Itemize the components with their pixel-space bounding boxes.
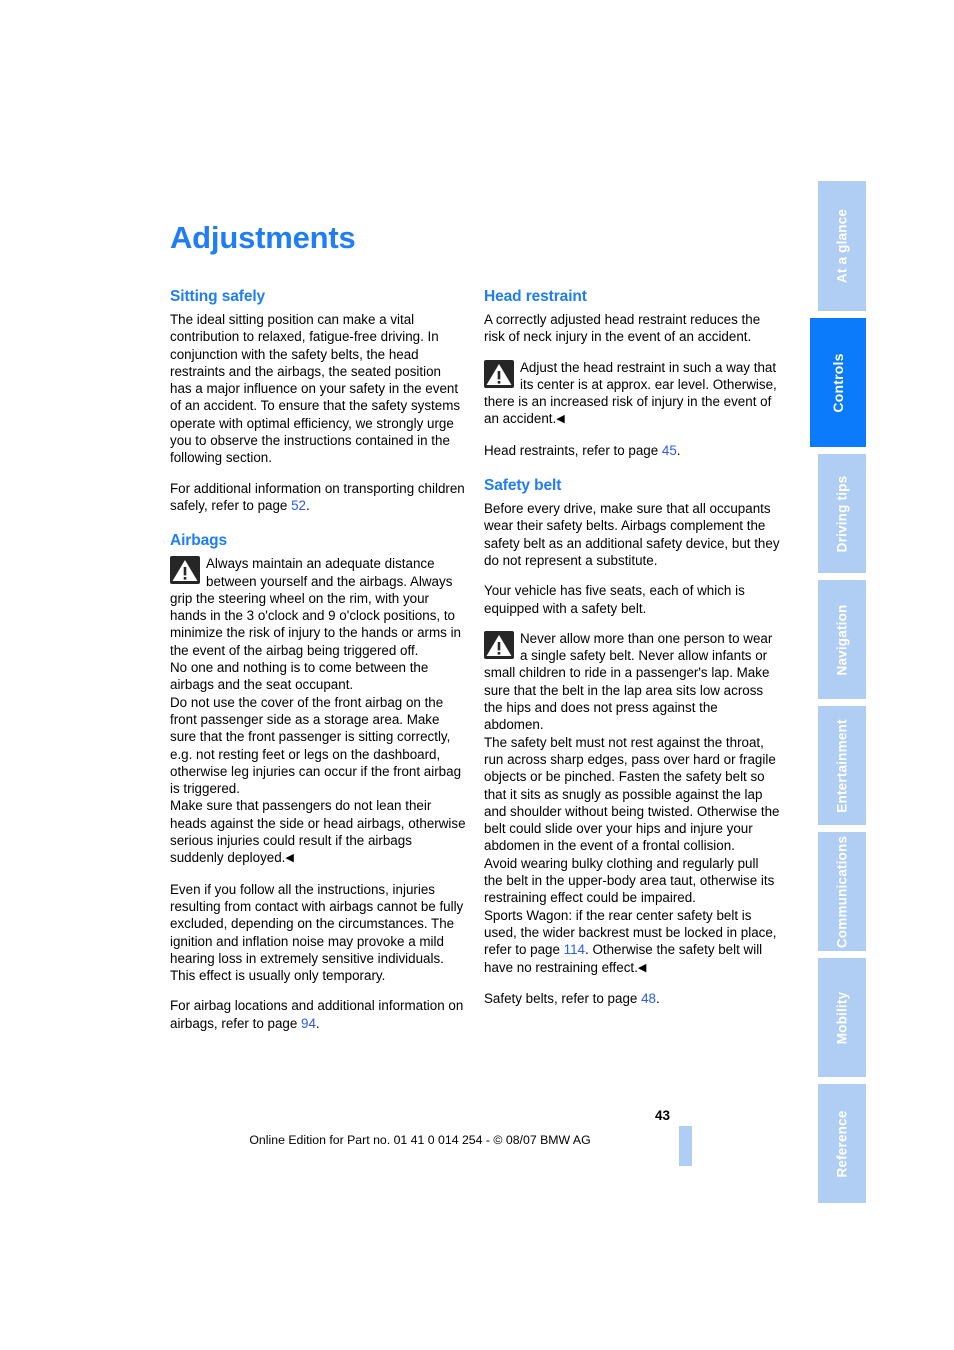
page-reference-link[interactable]: 45 — [662, 443, 677, 458]
warning-triangle-icon — [484, 359, 514, 388]
paragraph-children-reference: For additional information on transporti… — [170, 480, 466, 515]
sidebar-tab-mobility[interactable]: Mobility — [818, 958, 866, 1077]
paragraph-sitting-safely-intro: The ideal sitting position can make a vi… — [170, 312, 461, 466]
page-reference-link[interactable]: 52 — [291, 498, 306, 513]
text-after-ref: . — [655, 990, 660, 1006]
page-number: 43 — [654, 1108, 670, 1123]
text-after-ref: . — [315, 1015, 320, 1031]
warning-block-safety-belt: Never allow more than one person to wear… — [484, 630, 780, 977]
warning-block-head-restraint: Adjust the head restraint in such a way … — [484, 359, 780, 429]
text-before-ref: Safety belts, refer to page — [484, 990, 642, 1006]
sidebar-tab-navigation[interactable]: Navigation — [818, 580, 866, 699]
sidebar-tab-entertainment[interactable]: Entertainment — [818, 706, 866, 825]
left-text-column: Sitting safely The ideal sitting positio… — [170, 288, 466, 1032]
warning-block-airbags: Always maintain an adequate distance bet… — [170, 555, 466, 867]
page-reference-link[interactable]: 114 — [564, 942, 585, 957]
warning-triangle-icon — [170, 556, 200, 585]
text-before-ref: Head restraints, refer to page — [484, 442, 662, 458]
section-heading-head-restraint: Head restraint — [484, 288, 587, 305]
footer-accent-bar — [679, 1126, 692, 1166]
section-heading-sitting-safely: Sitting safely — [170, 288, 266, 305]
section-heading-safety-belt: Safety belt — [484, 477, 562, 495]
end-of-warning-marker: ◀ — [285, 852, 294, 865]
sidebar-tab-communications[interactable]: Communications — [818, 832, 866, 951]
sidebar-tab-label: Driving tips — [834, 475, 850, 552]
sidebar-tab-controls[interactable]: Controls — [810, 318, 866, 447]
section-tab-rail: At a glance Controls Driving tips Naviga… — [810, 181, 866, 1203]
warning-triangle-icon — [484, 630, 514, 659]
sidebar-tab-label: Controls — [830, 352, 846, 413]
paragraph-safety-belts-reference: Safety belts, refer to page 48. — [484, 990, 780, 1007]
sidebar-tab-at-a-glance[interactable]: At a glance — [818, 181, 866, 311]
warning-text-airbags: Always maintain an adequate distance bet… — [170, 556, 466, 866]
sidebar-tab-label: Communications — [834, 835, 850, 948]
section-heading-airbags: Airbags — [170, 532, 228, 550]
sidebar-tab-label: Entertainment — [834, 718, 850, 813]
text-after-ref: . — [676, 442, 681, 458]
page-reference-link[interactable]: 48 — [641, 991, 656, 1006]
page-title: Adjustments — [170, 220, 356, 255]
sidebar-tab-label: Mobility — [834, 991, 850, 1044]
end-of-warning-marker: ◀ — [556, 413, 565, 426]
paragraph-safety-belt-seats: Your vehicle has five seats, each of whi… — [484, 583, 745, 616]
paragraph-safety-belt-intro: Before every drive, make sure that all o… — [484, 501, 780, 568]
paragraph-airbags-injuries: Even if you follow all the instructions,… — [170, 881, 464, 984]
right-text-column: Head restraint A correctly adjusted head… — [484, 288, 780, 1007]
paragraph-head-restraints-reference: Head restraints, refer to page 45. — [484, 442, 780, 459]
sidebar-tab-label: Reference — [834, 1109, 850, 1178]
warning-text-head-restraint: Adjust the head restraint in such a way … — [484, 359, 777, 427]
sidebar-tab-driving-tips[interactable]: Driving tips — [818, 454, 866, 573]
sidebar-tab-reference[interactable]: Reference — [818, 1084, 866, 1203]
paragraph-head-restraint-intro: A correctly adjusted head restraint redu… — [484, 312, 761, 345]
paragraph-airbag-locations-reference: For airbag locations and additional info… — [170, 997, 466, 1032]
end-of-warning-marker: ◀ — [637, 961, 647, 974]
page-reference-link[interactable]: 94 — [301, 1016, 316, 1031]
text-before-ref: For additional information on transporti… — [170, 480, 465, 513]
text-after-ref: . — [305, 497, 310, 513]
sidebar-tab-label: Navigation — [834, 603, 850, 676]
warning-text-safety-belt-part1: Never allow more than one person to wear… — [484, 630, 780, 958]
sidebar-tab-label: At a glance — [834, 208, 850, 284]
footer-edition-note: Online Edition for Part no. 01 41 0 014 … — [249, 1133, 591, 1147]
